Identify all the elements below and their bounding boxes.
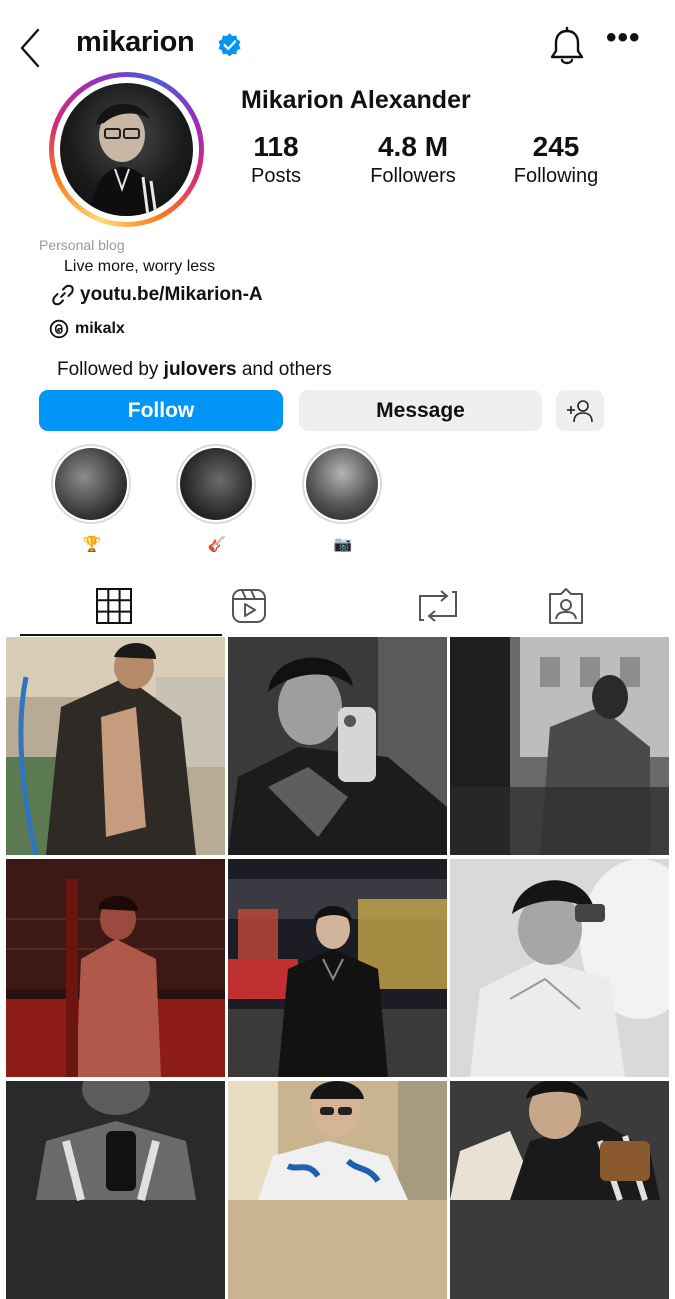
followers-count: 4.8 M [377,131,449,162]
verified-badge-icon [217,32,242,57]
profile-tabs [0,580,675,636]
suggest-people-button[interactable] [556,390,604,431]
followed-by-prefix: Followed by [57,359,164,380]
back-chevron-icon [20,28,40,68]
post-thumbnail-5[interactable] [228,859,447,1077]
post-thumbnail-2[interactable] [228,637,447,855]
following-label: Following [513,165,599,187]
post-thumbnail-6[interactable] [450,859,669,1077]
post-thumbnail-8[interactable] [228,1081,447,1299]
post-thumbnail-7[interactable] [6,1081,225,1299]
more-options-button[interactable]: ••• [606,23,641,53]
profile-avatar[interactable] [49,72,204,227]
followed-by-name: julovers [163,359,237,380]
followers-stat[interactable]: 4.8 M Followers [363,130,463,188]
story-highlight-1[interactable]: 🏆 [51,444,133,554]
highlight-cover-1 [55,448,127,520]
more-icon: ••• [606,21,641,54]
profile-username: mikarion [76,26,195,58]
reels-icon [232,589,266,623]
following-stat[interactable]: 245 Following [506,130,606,188]
highlight-cover-3 [306,448,378,520]
tab-reels[interactable] [227,584,271,628]
story-highlight-3[interactable]: 📷 [302,444,384,554]
bell-icon [550,26,584,65]
post-thumbnail-4[interactable] [6,859,225,1077]
threads-icon [49,319,69,339]
story-highlight-2[interactable]: 🎸 [176,444,258,554]
tab-posts[interactable] [92,584,136,628]
link-icon [52,284,74,306]
add-person-icon [567,399,593,422]
grid-icon [96,588,132,624]
post-thumbnail-3[interactable] [450,637,669,855]
threads-handle: mikalx [75,320,125,337]
active-tab-indicator [20,634,222,636]
profile-link-text: youtu.be/Mikarion-A [80,284,263,305]
post-thumbnail-1[interactable] [6,637,225,855]
tagged-icon [549,588,583,624]
avatar-image [60,83,193,216]
profile-category: Personal blog [39,237,125,253]
notifications-button[interactable] [546,26,588,68]
threads-badge[interactable]: mikalx [49,319,125,339]
profile-bio: Live more, worry less [64,258,216,275]
highlight-label-1: 🏆 [82,536,102,553]
followed-by-suffix: and others [236,359,332,380]
posts-label: Posts [250,165,302,187]
tab-reposts[interactable] [416,584,460,628]
message-button[interactable]: Message [299,390,542,431]
tab-tagged[interactable] [544,584,588,628]
profile-full-name: Mikarion Alexander [241,86,471,114]
posts-stat[interactable]: 118 Posts [236,130,316,188]
post-thumbnail-9[interactable] [450,1081,669,1299]
highlight-label-3: 📷 [333,536,353,553]
follow-button[interactable]: Follow [39,390,283,431]
profile-link[interactable]: youtu.be/Mikarion-A [52,284,263,306]
highlight-label-2: 🎸 [207,536,227,553]
posts-count: 118 [253,131,299,162]
following-count: 245 [532,131,580,162]
followed-by-text[interactable]: Followed by julovers and others [57,359,332,381]
followers-label: Followers [370,165,456,187]
posts-grid [6,637,669,1299]
highlight-cover-2 [180,448,252,520]
reposts-icon [419,590,457,622]
back-button[interactable] [12,26,48,70]
